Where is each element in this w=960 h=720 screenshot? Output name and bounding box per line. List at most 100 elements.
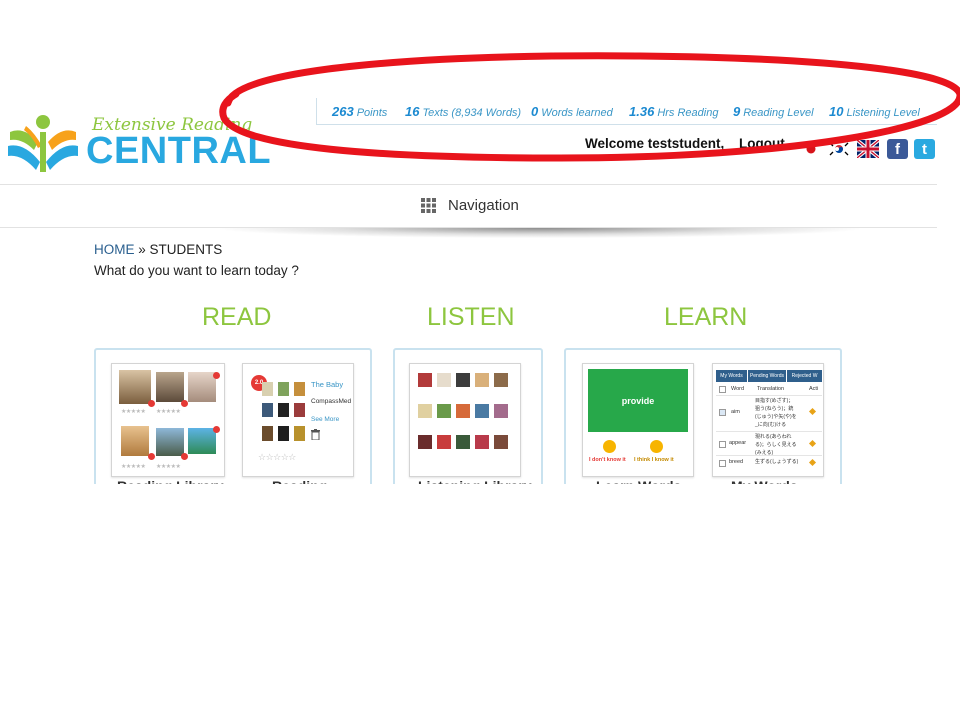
book-thumbnail[interactable] — [437, 373, 451, 387]
card-label-listening-library[interactable]: Listening Library — [418, 478, 532, 484]
row-checkbox[interactable] — [719, 441, 726, 448]
stats-bar: 263 Points 16 Texts (8,934 Words) 0 Words l… — [316, 98, 937, 125]
logo-wordmark[interactable]: CENTRAL — [86, 130, 271, 173]
tab-rejected-words[interactable]: Rejected W — [787, 370, 822, 382]
column-header-translation: Translation — [757, 386, 785, 392]
think-know-button[interactable]: I think I know it — [634, 457, 674, 463]
tab-my-words[interactable]: My Words — [716, 370, 747, 382]
level-badge — [181, 453, 188, 460]
book-publisher: CompassMed — [311, 398, 352, 405]
book-thumbnail[interactable] — [156, 372, 184, 402]
uk-flag-icon[interactable] — [857, 140, 879, 158]
logout-link[interactable]: Logout — [739, 136, 785, 151]
rating-stars[interactable]: ☆☆☆☆☆ — [258, 453, 296, 463]
see-more-link[interactable]: See More — [311, 416, 339, 423]
korea-flag-icon[interactable] — [828, 140, 850, 158]
book-thumbnail[interactable] — [437, 404, 451, 418]
book-thumbnail[interactable] — [119, 370, 151, 404]
section-title-read[interactable]: READ — [202, 303, 271, 332]
happy-face-icon[interactable] — [650, 440, 663, 453]
book-thumbnail[interactable] — [262, 403, 273, 417]
book-thumbnail[interactable] — [294, 382, 305, 396]
book-thumbnail[interactable] — [262, 382, 273, 396]
level-badge — [213, 372, 220, 379]
welcome-text: Welcome teststudent, — [585, 136, 725, 151]
grid-icon[interactable] — [421, 198, 436, 213]
breadcrumb-separator: » — [134, 242, 150, 257]
book-thumbnail[interactable] — [278, 426, 289, 441]
stat-reading-level: 9 Reading Level — [733, 104, 814, 119]
screenshot-area: Extensive Reading CENTRAL 263 Points 16 Te… — [0, 0, 937, 484]
level-badge — [148, 453, 155, 460]
unsure-face-icon[interactable] — [603, 440, 616, 453]
book-thumbnail[interactable] — [188, 428, 216, 454]
rating-stars: ★★★★★ — [121, 463, 146, 470]
card-label-reading-library[interactable]: Reading Library — [117, 478, 224, 484]
level-badge — [181, 400, 188, 407]
book-thumbnail[interactable] — [494, 435, 508, 449]
breadcrumb-home-link[interactable]: HOME — [94, 242, 135, 257]
dont-know-button[interactable]: I don't know it — [589, 457, 626, 463]
book-thumbnail[interactable] — [188, 372, 216, 402]
book-thumbnail[interactable] — [278, 403, 289, 417]
japan-flag-icon[interactable] — [800, 140, 822, 158]
breadcrumb: HOME » STUDENTS — [94, 242, 222, 257]
book-thumbnail[interactable] — [294, 426, 305, 441]
navigation-label[interactable]: Navigation — [448, 197, 519, 214]
level-badge — [148, 400, 155, 407]
book-thumbnail[interactable] — [494, 404, 508, 418]
translation-cell: 生ずる(しょうずる) — [755, 459, 799, 465]
book-thumbnail[interactable] — [456, 373, 470, 387]
book-thumbnail[interactable] — [475, 404, 489, 418]
stat-points: 263 Points — [332, 104, 388, 119]
rating-stars: ★★★★★ — [121, 408, 146, 415]
translation-cell: 目指す(めざす)； 狙う(ねらう)；銃 (じゅう)や矢(や)を _に向(む)ける — [755, 398, 797, 428]
stat-texts: 16 Texts (8,934 Words) — [405, 104, 522, 119]
section-title-listen[interactable]: LISTEN — [427, 303, 515, 332]
card-label-learn-words[interactable]: Learn Words — [596, 478, 681, 484]
column-header-action: Acti — [809, 386, 819, 392]
card-label-my-words[interactable]: My Words — [731, 478, 798, 484]
book-thumbnail[interactable] — [418, 373, 432, 387]
book-thumbnail[interactable] — [121, 426, 149, 456]
section-title-learn[interactable]: LEARN — [664, 303, 747, 332]
rating-stars: ★★★★★ — [156, 408, 181, 415]
learn-question: What do you want to learn today ? — [94, 263, 299, 278]
book-thumbnail[interactable] — [278, 382, 289, 396]
stat-words-learned: 0 Words learned — [531, 104, 613, 119]
trash-icon[interactable] — [311, 429, 320, 440]
table-divider — [716, 455, 822, 456]
translation-cell: 現れる(あらわれ る)；らしく見える (みえる) — [755, 434, 797, 456]
book-thumbnail[interactable] — [418, 435, 432, 449]
table-divider — [716, 395, 822, 396]
stat-hours-reading: 1.36 Hrs Reading — [629, 104, 719, 119]
rating-stars: ★★★★★ — [156, 463, 181, 470]
row-checkbox[interactable] — [719, 460, 726, 467]
book-thumbnail[interactable] — [475, 435, 489, 449]
twitter-icon[interactable]: t — [914, 139, 935, 159]
row-checkbox[interactable] — [719, 409, 726, 416]
facebook-icon[interactable]: f — [887, 139, 908, 159]
book-thumbnail[interactable] — [437, 435, 451, 449]
book-thumbnail[interactable] — [418, 404, 432, 418]
word-cell: breed — [729, 459, 744, 465]
word-cell: appear — [729, 440, 747, 446]
stat-listening-level: 10 Listening Level — [829, 104, 920, 119]
book-title[interactable]: The Baby — [311, 380, 343, 389]
card-label-reading[interactable]: Reading — [272, 478, 327, 484]
book-thumbnail[interactable] — [156, 428, 184, 456]
book-thumbnail[interactable] — [456, 404, 470, 418]
select-all-checkbox[interactable] — [719, 386, 726, 393]
breadcrumb-current: STUDENTS — [149, 242, 223, 257]
tab-pending-words[interactable]: Pending Words — [748, 370, 786, 382]
level-badge — [213, 426, 220, 433]
table-divider — [716, 431, 822, 432]
column-header-word: Word — [731, 386, 745, 392]
navigation-shadow — [220, 228, 860, 238]
book-thumbnail[interactable] — [294, 403, 305, 417]
book-thumbnail[interactable] — [475, 373, 489, 387]
book-thumbnail[interactable] — [494, 373, 508, 387]
book-thumbnail[interactable] — [456, 435, 470, 449]
book-thumbnail[interactable] — [262, 426, 273, 441]
word-cell: aim — [731, 409, 740, 415]
